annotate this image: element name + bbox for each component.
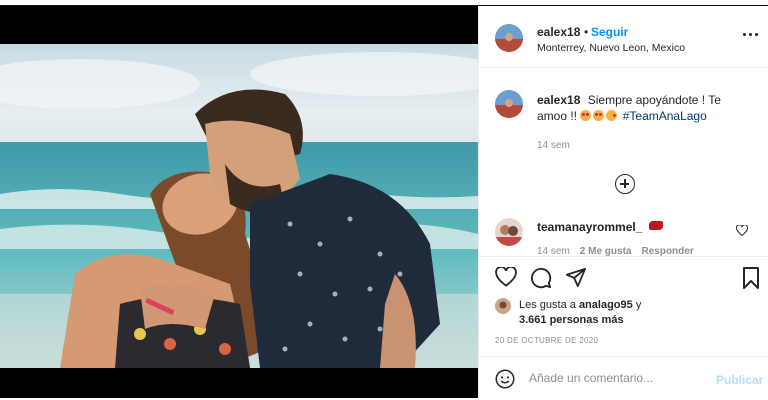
likes-user[interactable]: analago95 [579, 299, 633, 311]
post-media[interactable] [0, 6, 478, 398]
liker-avatar[interactable] [495, 298, 511, 314]
likes-connector: y [635, 299, 642, 311]
commenter-username[interactable]: teamanayrommel_ [537, 220, 642, 234]
more-options-icon[interactable] [743, 31, 759, 39]
publish-button[interactable]: Publicar [716, 373, 763, 387]
post-dialog: ealex18 • Seguir Monterrey, Nuevo Leon, … [0, 0, 768, 400]
add-circle-icon[interactable] [615, 174, 635, 194]
post-side-panel: ealex18 • Seguir Monterrey, Nuevo Leon, … [478, 6, 768, 398]
kiss-emoji [606, 110, 618, 121]
heart-eyes-emoji [580, 110, 592, 121]
add-comment-bar: Publicar [479, 356, 768, 398]
post-photo [0, 44, 478, 368]
likes-text: Les gusta a analago95 y 3.661 personas m… [519, 298, 641, 328]
caption-text: ealex18 Siempre apoyándote ! Te amoo !! … [537, 92, 742, 124]
comment-icon[interactable] [530, 267, 552, 289]
commenter-avatar[interactable] [495, 218, 523, 246]
comment-meta: 14 sem 2 Me gusta Responder [537, 246, 704, 256]
author-username[interactable]: ealex18 [537, 25, 580, 39]
smiley-icon[interactable] [495, 369, 515, 389]
heart-icon[interactable] [495, 267, 517, 287]
caption-avatar[interactable] [495, 90, 523, 118]
lips-emoji [649, 221, 663, 230]
share-icon[interactable] [565, 267, 587, 288]
comment-time[interactable]: 14 sem [537, 246, 570, 256]
likes-prefix: Les gusta a [519, 299, 576, 311]
post-location[interactable]: Monterrey, Nuevo Leon, Mexico [537, 42, 685, 54]
comment-likes[interactable]: 2 Me gusta [580, 246, 632, 256]
likes-count[interactable]: 3.661 personas más [519, 313, 641, 328]
header-separator: • [584, 25, 589, 39]
comment-heart-icon[interactable] [736, 225, 748, 236]
author-avatar[interactable] [495, 24, 523, 52]
caption-hashtag[interactable]: #TeamAnaLago [623, 109, 707, 123]
bookmark-icon[interactable] [742, 267, 760, 289]
caption-time[interactable]: 14 sem [537, 140, 570, 151]
comments-section: ealex18 Siempre apoyándote ! Te amoo !! … [479, 68, 768, 256]
post-date[interactable]: 20 DE OCTUBRE DE 2020 [495, 336, 598, 345]
post-header: ealex18 • Seguir Monterrey, Nuevo Leon, … [479, 6, 768, 68]
heart-eyes-emoji [593, 110, 605, 121]
action-bar [479, 256, 768, 296]
follow-button[interactable]: Seguir [591, 25, 628, 39]
comment-input[interactable] [529, 367, 699, 389]
caption-username[interactable]: ealex18 [537, 93, 580, 107]
reply-button[interactable]: Responder [641, 246, 693, 256]
